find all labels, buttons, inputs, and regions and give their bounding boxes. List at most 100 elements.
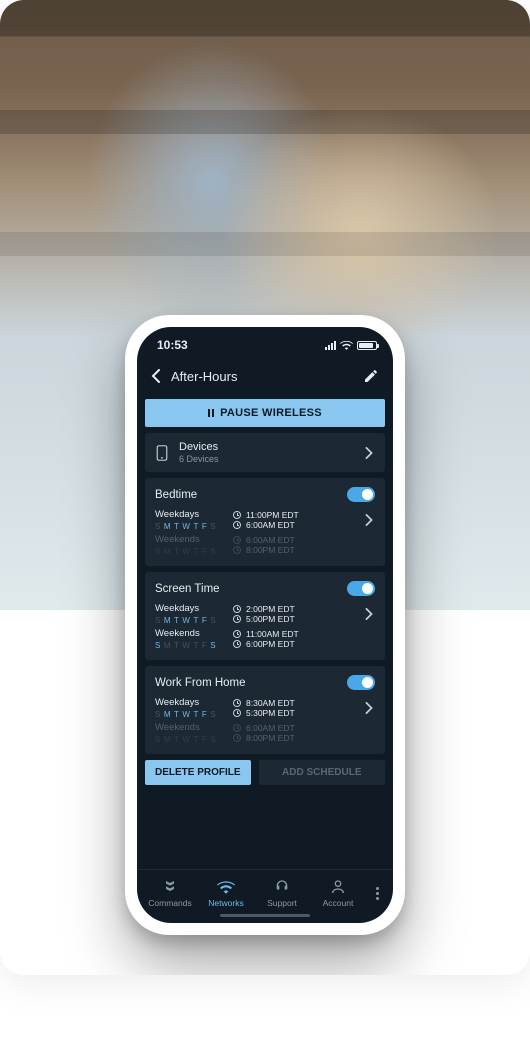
time-text: 6:00AM EDT <box>246 520 295 530</box>
time-line: 11:00PM EDT <box>233 510 361 520</box>
clock-icon <box>233 511 241 519</box>
back-button[interactable] <box>147 367 165 385</box>
chevron-right-icon <box>363 702 375 714</box>
clock-icon <box>233 640 241 648</box>
time-text: 2:00PM EDT <box>246 604 295 614</box>
clock-icon <box>233 734 241 742</box>
time-text: 8:00PM EDT <box>246 545 295 555</box>
devices-row[interactable]: Devices 6 Devices <box>155 441 375 464</box>
day-strip: SMTWTFS <box>155 641 233 650</box>
block-label: Weekends <box>155 722 233 733</box>
time-line: 2:00PM EDT <box>233 604 361 614</box>
pause-wireless-button[interactable]: PAUSE WIRELESS <box>145 399 385 427</box>
time-line: 8:30AM EDT <box>233 698 361 708</box>
time-line: 6:00AM EDT <box>233 535 361 545</box>
networks-icon <box>217 879 235 895</box>
day-strip: SMTWTFS <box>155 710 233 719</box>
account-icon <box>329 879 347 895</box>
time-line: 6:00PM EDT <box>233 639 361 649</box>
day-strip: SMTWTFS <box>155 547 233 556</box>
schedule-toggle[interactable] <box>347 581 375 596</box>
tab-networks[interactable]: Networks <box>199 879 253 908</box>
schedule-header: Bedtime <box>155 487 375 502</box>
schedule-block: Weekends SMTWTFS 6:00AM EDT8:00PM EDT <box>155 722 375 744</box>
clock-icon <box>233 630 241 638</box>
support-icon <box>273 879 291 895</box>
block-label: Weekends <box>155 628 233 639</box>
schedule-panel: BedtimeWeekdaysSMTWTFS11:00PM EDT6:00AM … <box>145 478 385 566</box>
block-label: Weekends <box>155 534 233 545</box>
schedule-block[interactable]: Weekends SMTWTFS 11:00AM EDT6:00PM EDT <box>155 628 375 650</box>
schedule-block[interactable]: Weekdays SMTWTFS 2:00PM EDT5:00PM EDT <box>155 603 375 625</box>
tab-label: Commands <box>148 898 191 908</box>
schedule-title: Screen Time <box>155 583 220 595</box>
time-text: 11:00AM EDT <box>246 629 299 639</box>
time-text: 6:00PM EDT <box>246 639 295 649</box>
pause-icon <box>208 409 214 417</box>
schedule-toggle[interactable] <box>347 487 375 502</box>
day-strip: SMTWTFS <box>155 522 233 531</box>
block-label: Weekdays <box>155 697 233 708</box>
tab-label: Account <box>323 898 354 908</box>
block-label: Weekdays <box>155 603 233 614</box>
devices-panel: Devices 6 Devices <box>145 433 385 472</box>
clock-icon <box>233 709 241 717</box>
time-text: 5:00PM EDT <box>246 614 295 624</box>
action-row: DELETE PROFILE ADD SCHEDULE <box>145 760 385 785</box>
clock-icon <box>233 615 241 623</box>
chevron-right-icon <box>363 514 375 526</box>
tab-commands[interactable]: Commands <box>143 879 197 908</box>
wifi-icon <box>340 341 353 350</box>
devices-subtitle: 6 Devices <box>179 454 353 464</box>
time-line: 8:00PM EDT <box>233 545 361 555</box>
schedule-toggle[interactable] <box>347 675 375 690</box>
schedule-panel: Screen Time Weekdays SMTWTFS 2:00PM EDT5:00… <box>145 572 385 660</box>
phone-frame: 10:53 After-Hours PAUS <box>125 315 405 935</box>
status-time: 10:53 <box>157 338 188 352</box>
day-strip: SMTWTFS <box>155 616 233 625</box>
devices-title: Devices <box>179 441 353 453</box>
schedule-title: Bedtime <box>155 489 197 501</box>
clock-icon <box>233 699 241 707</box>
time-line: 8:00PM EDT <box>233 733 361 743</box>
nav-bar: After-Hours <box>137 357 393 399</box>
time-line: 6:00AM EDT <box>233 520 361 530</box>
more-button[interactable] <box>367 887 387 900</box>
schedule-block[interactable]: Weekdays SMTWTFS 11:00PM EDT6:00AM EDT <box>155 509 375 531</box>
time-text: 11:00PM EDT <box>246 510 299 520</box>
add-schedule-button[interactable]: ADD SCHEDULE <box>259 760 385 785</box>
content-area: PAUSE WIRELESS Devices 6 Devices Bedtime… <box>137 399 393 869</box>
time-line: 11:00AM EDT <box>233 629 361 639</box>
time-line: 5:30PM EDT <box>233 708 361 718</box>
block-label: Weekdays <box>155 509 233 520</box>
clock-icon <box>233 605 241 613</box>
chevron-right-icon <box>363 447 375 459</box>
status-bar: 10:53 <box>137 327 393 357</box>
time-text: 8:30AM EDT <box>246 698 295 708</box>
time-text: 6:00AM EDT <box>246 723 295 733</box>
schedule-title: Work From Home <box>155 677 246 689</box>
day-strip: SMTWTFS <box>155 735 233 744</box>
time-text: 6:00AM EDT <box>246 535 295 545</box>
time-text: 5:30PM EDT <box>246 708 295 718</box>
clock-icon <box>233 724 241 732</box>
clock-icon <box>233 536 241 544</box>
schedule-block[interactable]: Weekdays SMTWTFS 8:30AM EDT5:30PM EDT <box>155 697 375 719</box>
signal-icon <box>325 341 336 350</box>
page-title: After-Hours <box>171 369 363 384</box>
phone-screen: 10:53 After-Hours PAUS <box>137 327 393 923</box>
tab-label: Support <box>267 898 297 908</box>
tab-support[interactable]: Support <box>255 879 309 908</box>
clock-icon <box>233 546 241 554</box>
edit-button[interactable] <box>363 368 379 384</box>
tab-account[interactable]: Account <box>311 879 365 908</box>
chevron-right-icon <box>363 608 375 620</box>
time-line: 6:00AM EDT <box>233 723 361 733</box>
battery-icon <box>357 341 377 350</box>
device-icon <box>155 445 169 461</box>
home-indicator <box>220 914 310 917</box>
time-line: 5:00PM EDT <box>233 614 361 624</box>
delete-profile-button[interactable]: DELETE PROFILE <box>145 760 251 785</box>
clock-icon <box>233 521 241 529</box>
schedule-panel: Work From Home Weekdays SMTWTFS 8:30AM EDT5… <box>145 666 385 754</box>
